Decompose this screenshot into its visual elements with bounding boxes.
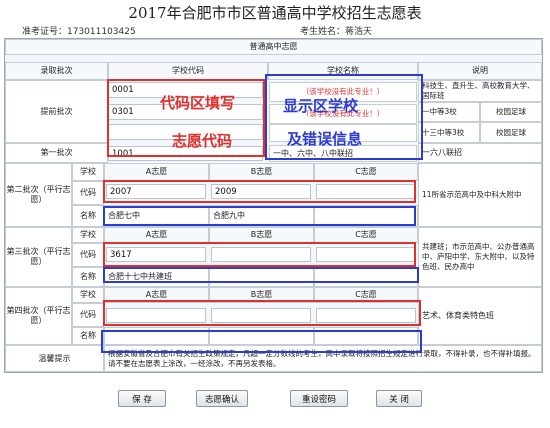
second-row-name: 名称 — [72, 205, 104, 227]
second-row-code: 代码 — [72, 181, 104, 205]
confirm-button[interactable]: 志愿确认 — [196, 390, 248, 407]
second-header-c: C志愿 — [314, 163, 418, 181]
first-batch-label: 第一批次 — [5, 143, 108, 163]
second-note: 11所省示范高中及中科大附中 — [418, 163, 542, 227]
col-note: 说明 — [418, 62, 542, 80]
third-row-name: 名称 — [72, 267, 104, 287]
annotation-blue-a: 显示区学校 — [283, 97, 359, 115]
exam-id: 准考证号：173011103425 — [22, 27, 136, 37]
fourth-name-highlight — [101, 330, 422, 353]
third-header-c: C志愿 — [314, 227, 418, 243]
second-code-highlight — [103, 180, 416, 203]
early-batch-label: 提前批次 — [5, 80, 108, 143]
fourth-row-code: 代码 — [72, 303, 104, 327]
fourth-note: 艺术、体育类特色班 — [418, 287, 542, 345]
col-code: 学校代码 — [108, 62, 268, 80]
early-note-1: 科技生、直升生、高校教育大学、国际班 — [418, 80, 542, 102]
fourth-batch-label: 第四批次（平行志愿） — [5, 287, 72, 345]
early-note-3: 校园足球 — [480, 102, 542, 122]
close-button[interactable]: 关 闭 — [376, 390, 422, 407]
annotation-red-a: 代码区填写 — [160, 94, 236, 112]
third-row-school: 学校 — [72, 227, 104, 243]
second-header-a: A志愿 — [104, 163, 209, 181]
fourth-code-highlight — [103, 300, 421, 326]
third-header-a: A志愿 — [104, 227, 209, 243]
annotation-blue-b: 及错误信息 — [287, 130, 363, 148]
tip-label: 温馨提示 — [5, 345, 104, 372]
first-note: 一六八联招 — [418, 143, 542, 163]
second-row-school: 学校 — [72, 163, 104, 181]
table-caption: 普通高中志愿 — [5, 39, 542, 55]
third-row-code: 代码 — [72, 243, 104, 267]
early-note-5: 校园足球 — [480, 122, 542, 143]
early-note-2: 一中等3校 — [418, 102, 480, 122]
fourth-row-name: 名称 — [72, 327, 104, 345]
save-button[interactable]: 保 存 — [118, 390, 166, 407]
annotation-red-b: 志愿代码 — [172, 132, 233, 150]
fourth-row-school: 学校 — [72, 287, 104, 303]
third-code-highlight — [103, 242, 416, 267]
page-title: 2017年合肥市市区普通高中学校招生志愿表 — [128, 4, 422, 22]
reset-password-button[interactable]: 重设密码 — [290, 390, 348, 407]
third-name-highlight — [103, 267, 419, 283]
second-header-b: B志愿 — [209, 163, 314, 181]
second-name-highlight — [103, 206, 416, 226]
third-batch-label: 第三批次（平行志愿） — [5, 227, 72, 287]
early-note-4: 十三中等3校 — [418, 122, 480, 143]
third-note: 共建班；市示范高中、公办普通高中、庐阳中学、东大附中、以及特色班、民办高中 — [418, 227, 542, 287]
third-header-b: B志愿 — [209, 227, 314, 243]
second-batch-label: 第二批次（平行志愿） — [5, 163, 72, 227]
student-name: 考生姓名：蒋浩天 — [300, 27, 373, 37]
col-batch: 录取批次 — [5, 62, 108, 80]
